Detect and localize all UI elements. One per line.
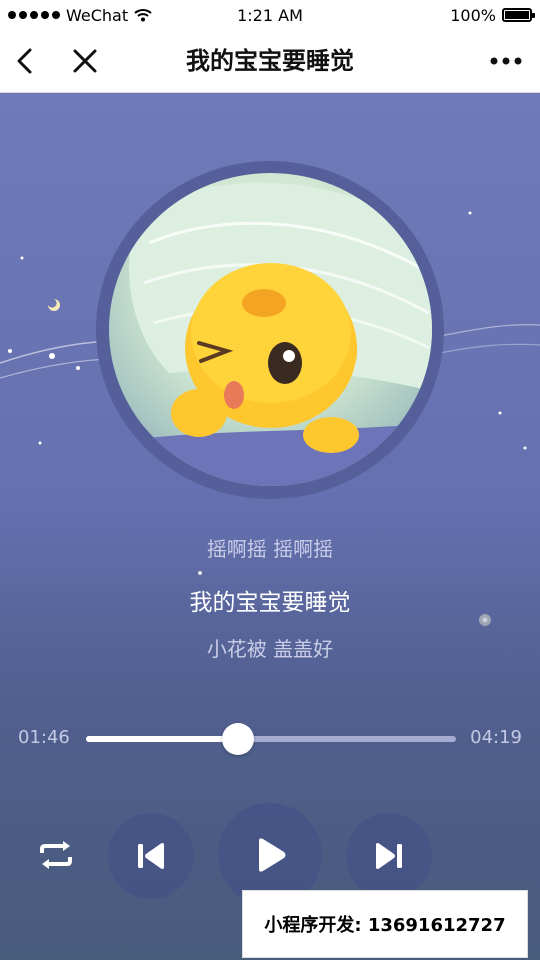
lyric-next-line: 小花被 盖盖好 (206, 637, 334, 661)
status-bar: WeChat 1:21 AM 100% (0, 0, 540, 30)
elapsed-time: 01:46 (18, 727, 70, 748)
progress-fill (86, 736, 238, 742)
sleeping-sun-illustration (109, 182, 432, 486)
skip-previous-icon (138, 843, 164, 869)
repeat-icon (40, 841, 72, 869)
clock: 1:21 AM (237, 5, 303, 25)
progress-thumb[interactable] (221, 723, 254, 755)
lyric-current-line: 我的宝宝要睡觉 (189, 590, 351, 616)
album-cover (109, 173, 432, 486)
nav-bar: 我的宝宝要睡觉 (0, 30, 540, 93)
battery-icon (502, 8, 535, 22)
previous-track-button[interactable] (108, 813, 194, 899)
more-dots-icon[interactable] (486, 44, 526, 78)
repeat-button[interactable] (30, 835, 82, 875)
page-title: 我的宝宝要睡觉 (186, 47, 354, 75)
play-icon (259, 838, 286, 872)
back-chevron-icon[interactable] (10, 44, 44, 78)
progress-slider[interactable] (86, 723, 456, 755)
player-scene: 摇啊摇 摇啊摇 我的宝宝要睡觉 小花被 盖盖好 01:46 04:19 (0, 93, 540, 960)
lyric-previous-line: 摇啊摇 摇啊摇 (206, 537, 334, 561)
next-track-button[interactable] (346, 813, 432, 899)
close-icon[interactable] (68, 44, 102, 78)
skip-next-icon (376, 843, 402, 869)
contact-watermark: 小程序开发: 13691612727 (242, 890, 528, 958)
total-time: 04:19 (470, 727, 522, 748)
